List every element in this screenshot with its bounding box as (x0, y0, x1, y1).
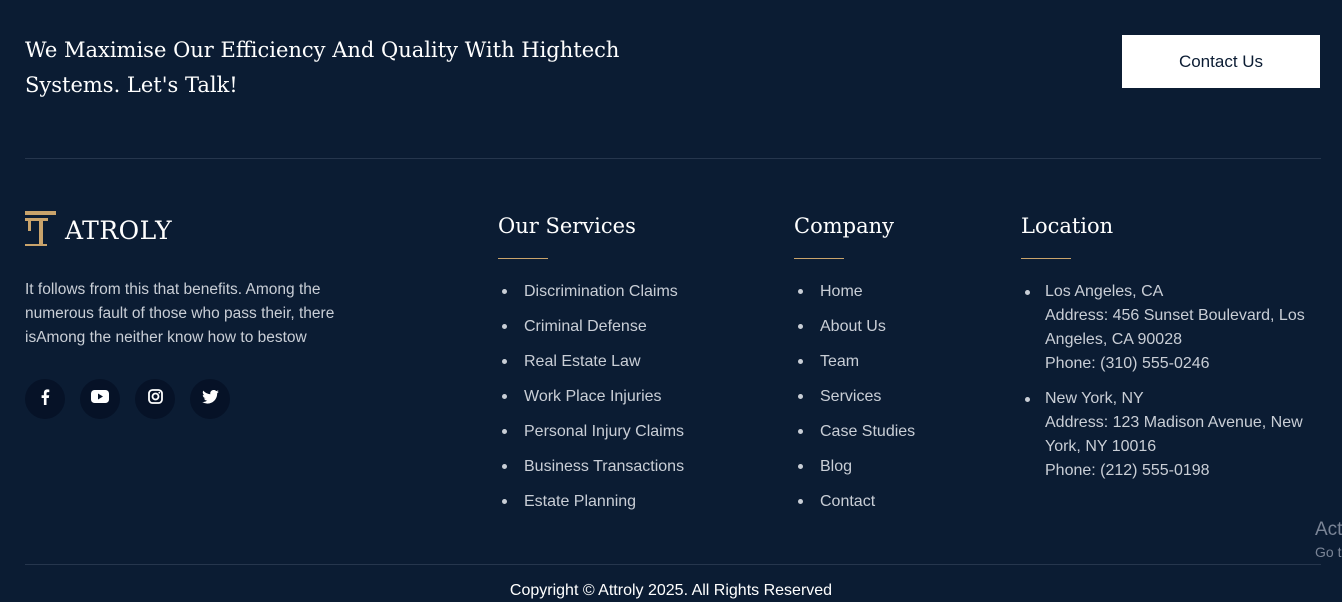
company-column: Company Home About Us Team Services Case… (794, 212, 915, 519)
company-link-team[interactable]: Team (820, 353, 859, 370)
list-item: Estate Planning (498, 484, 684, 519)
services-heading: Our Services (498, 214, 636, 238)
instagram-link[interactable] (135, 379, 175, 419)
list-item: Criminal Defense (498, 309, 684, 344)
list-item: Home (794, 274, 915, 309)
pillar-logo-icon (25, 209, 56, 252)
watermark-line: Act (1315, 519, 1342, 540)
service-link[interactable]: Estate Planning (524, 493, 636, 510)
service-link[interactable]: Discrimination Claims (524, 283, 678, 300)
list-item: Real Estate Law (498, 344, 684, 379)
company-link-home[interactable]: Home (820, 283, 863, 300)
cta-headline: We Maximise Our Efficiency And Quality W… (25, 38, 620, 97)
location-phone: Phone: (212) 555-0198 (1045, 462, 1210, 479)
bottom-divider (25, 564, 1321, 565)
list-item: Business Transactions (498, 449, 684, 484)
company-link-blog[interactable]: Blog (820, 458, 852, 475)
twitter-link[interactable] (190, 379, 230, 419)
heading-underline (1021, 258, 1071, 259)
list-item: Blog (794, 449, 915, 484)
brand-logo[interactable]: ATROLY (25, 209, 172, 252)
service-link[interactable]: Criminal Defense (524, 318, 647, 335)
list-item: Team (794, 344, 915, 379)
instagram-icon (147, 389, 163, 409)
location-column: Location Los Angeles, CA Address: 456 Su… (1021, 212, 1326, 494)
activation-watermark: Act Go t (1315, 518, 1342, 562)
contact-us-button[interactable]: Contact Us (1122, 35, 1320, 88)
location-entry: Los Angeles, CA Address: 456 Sunset Boul… (1021, 280, 1326, 376)
service-link[interactable]: Personal Injury Claims (524, 423, 684, 440)
company-link-case-studies[interactable]: Case Studies (820, 423, 915, 440)
location-entry: New York, NY Address: 123 Madison Avenue… (1021, 387, 1326, 483)
location-heading: Location (1021, 214, 1114, 238)
location-phone: Phone: (310) 555-0246 (1045, 355, 1210, 372)
service-link[interactable]: Business Transactions (524, 458, 684, 475)
watermark-line: Go t (1315, 544, 1342, 560)
services-column: Our Services Discrimination Claims Crimi… (498, 212, 684, 519)
list-item: About Us (794, 309, 915, 344)
facebook-icon (38, 388, 52, 410)
list-item: Work Place Injuries (498, 379, 684, 414)
service-link[interactable]: Real Estate Law (524, 353, 641, 370)
twitter-icon (201, 389, 219, 409)
list-item: Case Studies (794, 414, 915, 449)
company-link-contact[interactable]: Contact (820, 493, 875, 510)
youtube-icon (91, 390, 109, 408)
heading-underline (498, 258, 548, 259)
brand-description: It follows from this that benefits. Amon… (25, 281, 335, 346)
copyright-text: Copyright © Attroly 2025. All Rights Res… (509, 582, 833, 599)
facebook-link[interactable] (25, 379, 65, 419)
service-link[interactable]: Work Place Injuries (524, 388, 662, 405)
list-item: Personal Injury Claims (498, 414, 684, 449)
list-item: Contact (794, 484, 915, 519)
social-links (25, 379, 230, 419)
top-divider (25, 158, 1321, 159)
location-city: Los Angeles, CA (1045, 283, 1164, 300)
location-city: New York, NY (1045, 390, 1144, 407)
list-item: Discrimination Claims (498, 274, 684, 309)
location-address: Address: 456 Sunset Boulevard, Los Angel… (1045, 307, 1305, 348)
location-address: Address: 123 Madison Avenue, New York, N… (1045, 414, 1303, 455)
company-link-services[interactable]: Services (820, 388, 881, 405)
youtube-link[interactable] (80, 379, 120, 419)
heading-underline (794, 258, 844, 259)
list-item: Services (794, 379, 915, 414)
company-heading: Company (794, 214, 894, 238)
company-link-about[interactable]: About Us (820, 318, 886, 335)
brand-name: ATROLY (65, 216, 173, 245)
